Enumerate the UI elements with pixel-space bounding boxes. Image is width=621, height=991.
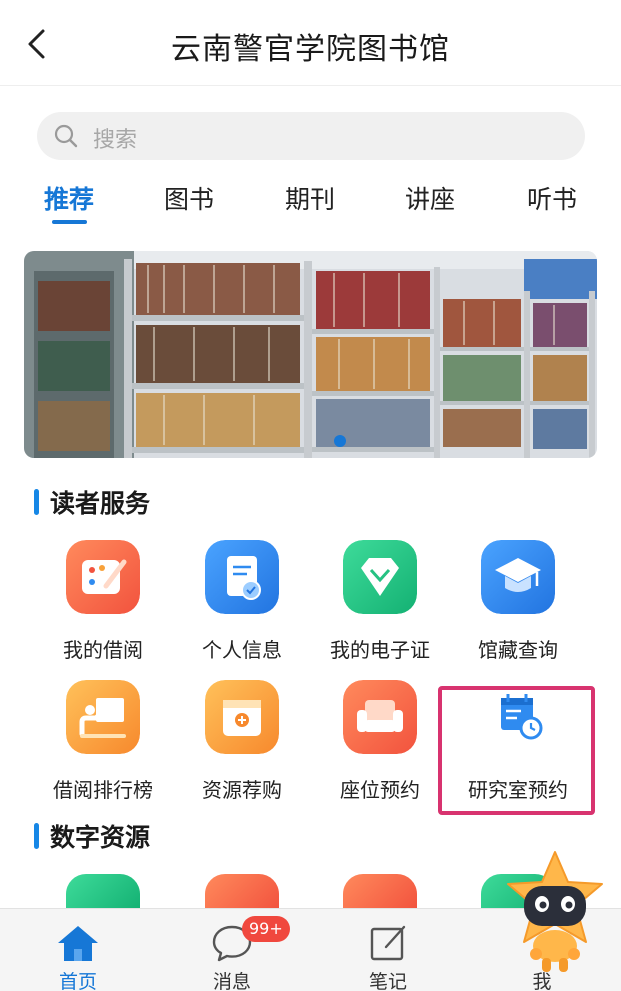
- service-e-card[interactable]: 我的电子证: [310, 540, 450, 670]
- service-label: 馆藏查询: [478, 638, 558, 662]
- section-bar: [34, 823, 39, 849]
- sofa-icon: [343, 680, 417, 754]
- section-title-text: 数字资源: [50, 823, 151, 852]
- active-tab-indicator: [52, 220, 87, 224]
- note-edit-icon: [370, 925, 406, 961]
- digital-resource-icon[interactable]: [343, 874, 417, 910]
- box-icon: [205, 680, 279, 754]
- search-icon: [54, 124, 78, 148]
- search-input[interactable]: 搜索: [37, 112, 585, 160]
- message-count-badge: 99+: [242, 916, 290, 942]
- teacher-board-icon: [66, 680, 140, 754]
- banner-image: [24, 251, 597, 458]
- section-title-digital-resources: 数字资源: [34, 818, 150, 854]
- section-bar: [34, 489, 39, 515]
- search-placeholder: 搜索: [93, 128, 138, 153]
- profile-card-icon: [205, 540, 279, 614]
- service-resource-recommend[interactable]: 资源荐购: [172, 680, 312, 810]
- home-icon: [58, 926, 98, 961]
- service-label: 个人信息: [202, 638, 282, 662]
- service-borrow-ranking[interactable]: 借阅排行榜: [33, 680, 173, 810]
- category-tabs: 推荐 图书 期刊 讲座 听书: [0, 180, 621, 230]
- service-label: 借阅排行榜: [53, 778, 153, 802]
- star-mascot-icon[interactable]: [498, 848, 612, 976]
- page-title: 云南警官学院图书馆: [171, 32, 450, 67]
- service-label: 座位预约: [340, 778, 420, 802]
- service-my-borrowing[interactable]: 我的借阅: [33, 540, 173, 670]
- tab-books[interactable]: 图书: [164, 180, 214, 216]
- digital-resource-icon[interactable]: [205, 874, 279, 910]
- tab-audiobooks[interactable]: 听书: [527, 180, 577, 216]
- tabbar-item-home[interactable]: 首页: [8, 909, 148, 991]
- tab-lectures[interactable]: 讲座: [405, 180, 455, 216]
- tabbar-label: 笔记: [368, 971, 407, 991]
- palette-icon: [66, 540, 140, 614]
- section-title-text: 读者服务: [50, 489, 151, 518]
- graduation-cap-icon: [481, 540, 555, 614]
- service-label: 我的借阅: [63, 638, 143, 662]
- service-label: 我的电子证: [330, 638, 430, 662]
- banner-carousel[interactable]: [24, 251, 597, 458]
- tab-recommend[interactable]: 推荐: [44, 180, 94, 216]
- service-personal-info[interactable]: 个人信息: [172, 540, 312, 670]
- diamond-icon: [343, 540, 417, 614]
- service-catalog-search[interactable]: 馆藏查询: [448, 540, 588, 670]
- tabbar-label: 首页: [58, 971, 97, 991]
- digital-resource-icon[interactable]: [66, 874, 140, 910]
- service-label: 资源荐购: [202, 778, 282, 802]
- service-seat-reservation[interactable]: 座位预约: [310, 680, 450, 810]
- tabbar-item-notes[interactable]: 笔记: [318, 909, 458, 991]
- highlight-box: [438, 686, 595, 815]
- tab-journals[interactable]: 期刊: [285, 180, 335, 216]
- tabbar-label: 消息: [212, 971, 251, 991]
- header-bar: 云南警官学院图书馆: [0, 0, 621, 86]
- section-title-reader-services: 读者服务: [34, 484, 150, 520]
- banner-dot: [334, 435, 346, 447]
